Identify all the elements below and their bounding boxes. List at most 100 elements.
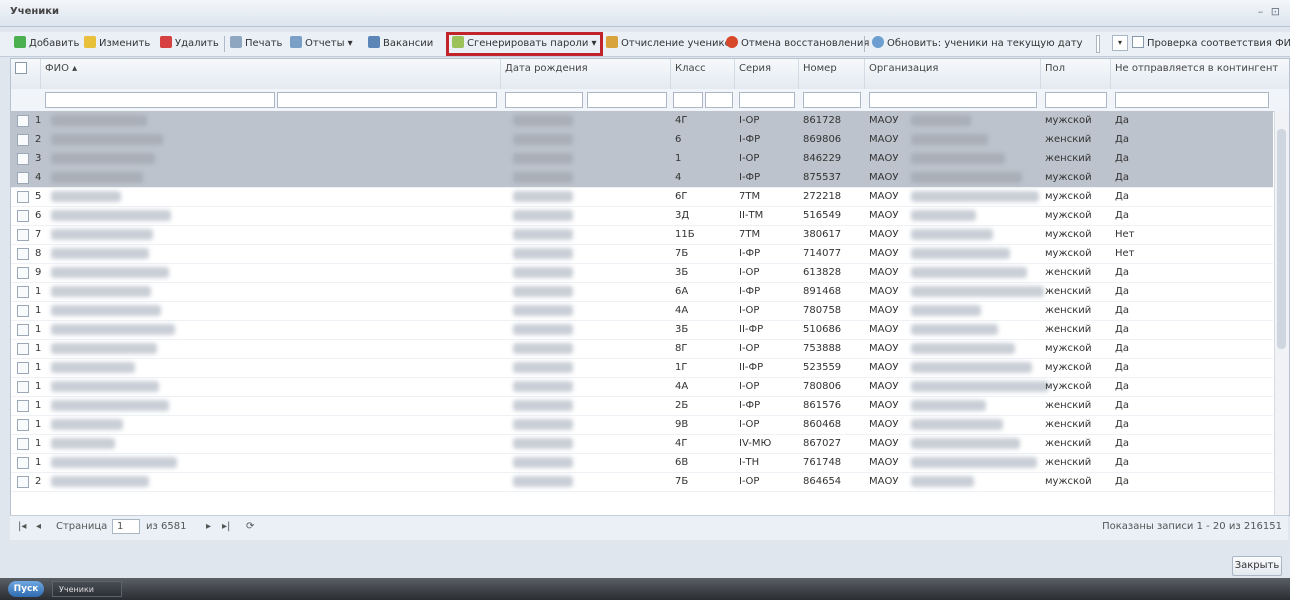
cell-gender: мужской (1045, 476, 1092, 487)
first-page-button[interactable]: |◂ (18, 521, 26, 532)
table-row[interactable]: 2 7Б I-ОР 864654 МАОУ мужской Да (11, 472, 1273, 492)
window-controls[interactable]: – ⊡ (1258, 5, 1282, 18)
birth-from-filter[interactable] (505, 92, 583, 108)
vacancies-label: Вакансии (383, 38, 434, 49)
close-button[interactable]: Закрыть (1232, 556, 1282, 576)
row-checkbox[interactable] (17, 153, 29, 165)
row-checkbox[interactable] (17, 381, 29, 393)
taskbar-item[interactable]: Ученики (52, 581, 122, 597)
column-birth[interactable]: Дата рождения (501, 59, 671, 89)
select-all-checkbox[interactable] (15, 62, 27, 74)
table-row[interactable]: 8 7Б I-ФР 714077 МАОУ мужской Нет (11, 244, 1273, 264)
column-series[interactable]: Серия (735, 59, 799, 89)
org-filter[interactable] (869, 92, 1037, 108)
scrollbar-thumb[interactable] (1277, 129, 1286, 349)
table-row[interactable]: 6 3Д II-ТМ 516549 МАОУ мужской Да (11, 206, 1273, 226)
row-checkbox[interactable] (17, 191, 29, 203)
expulsion-button[interactable]: Отчисление учеников (606, 35, 737, 53)
page-input[interactable]: 1 (112, 519, 140, 534)
generate-passwords-button[interactable]: Сгенерировать пароли ▾ (446, 32, 603, 56)
row-checkbox[interactable] (17, 362, 29, 374)
row-checkbox[interactable] (17, 115, 29, 127)
table-row[interactable]: 9 3Б I-ОР 613828 МАОУ женский Да (11, 263, 1273, 283)
row-checkbox[interactable] (17, 229, 29, 241)
table-row[interactable]: 1 3Б II-ФР 510686 МАОУ женский Да (11, 320, 1273, 340)
row-checkbox[interactable] (17, 248, 29, 260)
cell-number: 780806 (803, 381, 842, 392)
table-row[interactable]: 1 6А I-ФР 891468 МАОУ женский Да (11, 282, 1273, 302)
delete-button[interactable]: Удалить (160, 35, 219, 53)
row-checkbox[interactable] (17, 286, 29, 298)
select-all-header[interactable] (11, 59, 41, 89)
cell-class: 4А (675, 305, 689, 316)
date-dropdown[interactable]: ▾ (1112, 35, 1128, 51)
fio-redacted (51, 210, 171, 221)
reports-button[interactable]: Отчеты ▾ (290, 35, 353, 53)
next-page-button[interactable]: ▸ (206, 521, 211, 532)
row-checkbox[interactable] (17, 419, 29, 431)
table-row[interactable]: 3 1 I-ОР 846229 МАОУ женский Да (11, 149, 1273, 169)
row-checkbox[interactable] (17, 476, 29, 488)
table-row[interactable]: 1 9В I-ОР 860468 МАОУ женский Да (11, 415, 1273, 435)
table-row[interactable]: 1 6В I-ТН 761748 МАОУ женский Да (11, 453, 1273, 473)
edit-button[interactable]: Изменить (84, 35, 150, 53)
row-checkbox[interactable] (17, 400, 29, 412)
fio-redacted (51, 343, 157, 354)
cancel-restore-button[interactable]: Отмена восстановления (726, 35, 869, 53)
fio-filter-input-2[interactable] (277, 92, 497, 108)
print-button[interactable]: Печать (230, 35, 282, 53)
org-name-redacted (911, 362, 1032, 373)
check-fio-box[interactable] (1132, 36, 1144, 48)
column-gender[interactable]: Пол (1041, 59, 1111, 89)
table-row[interactable]: 2 6 I-ФР 869806 МАОУ женский Да (11, 130, 1273, 150)
series-filter[interactable] (739, 92, 795, 108)
column-fio[interactable]: ФИО ▴ (41, 59, 501, 89)
last-page-button[interactable]: ▸| (222, 521, 230, 532)
row-checkbox[interactable] (17, 210, 29, 222)
fio-filter-input[interactable] (45, 92, 275, 108)
table-row[interactable]: 4 4 I-ФР 875537 МАОУ мужской Да (11, 168, 1273, 188)
check-fio-checkbox[interactable]: Проверка соответствия ФИО (1132, 35, 1290, 53)
cell-gender: женский (1045, 457, 1092, 468)
add-button[interactable]: Добавить (14, 35, 79, 53)
row-checkbox[interactable] (17, 457, 29, 469)
row-checkbox[interactable] (17, 134, 29, 146)
class-filter[interactable] (673, 92, 703, 108)
row-checkbox[interactable] (17, 305, 29, 317)
prev-page-button[interactable]: ◂ (36, 521, 41, 532)
vacancies-button[interactable]: Вакансии (368, 35, 433, 53)
table-row[interactable]: 5 6Г 7ТМ 272218 МАОУ мужской Да (11, 187, 1273, 207)
column-contingent[interactable]: Не отправляется в контингент (1111, 59, 1289, 89)
cell-contingent: Да (1115, 343, 1129, 354)
column-org[interactable]: Организация (865, 59, 1041, 89)
table-row[interactable]: 1 8Г I-ОР 753888 МАОУ мужской Да (11, 339, 1273, 359)
row-checkbox[interactable] (17, 172, 29, 184)
refresh-button[interactable]: Обновить: ученики на текущую дату (872, 35, 1083, 53)
table-row[interactable]: 1 4Г IV-МЮ 867027 МАОУ женский Да (11, 434, 1273, 454)
table-row[interactable]: 1 4А I-ОР 780758 МАОУ женский Да (11, 301, 1273, 321)
table-row[interactable]: 1 4Г I-ОР 861728 МАОУ мужской Да (11, 111, 1273, 131)
row-checkbox[interactable] (17, 343, 29, 355)
row-checkbox[interactable] (17, 438, 29, 450)
contingent-filter[interactable] (1115, 92, 1269, 108)
table-row[interactable]: 1 4А I-ОР 780806 МАОУ мужской Да (11, 377, 1273, 397)
cell-number: 714077 (803, 248, 842, 259)
birth-to-filter[interactable] (587, 92, 667, 108)
table-row[interactable]: 1 1Г II-ФР 523559 МАОУ мужской Да (11, 358, 1273, 378)
cell-gender: женский (1045, 134, 1092, 145)
column-number[interactable]: Номер (799, 59, 865, 89)
table-row[interactable]: 1 2Б I-ФР 861576 МАОУ женский Да (11, 396, 1273, 416)
cell-org: МАОУ (869, 381, 899, 392)
row-checkbox[interactable] (17, 324, 29, 336)
refresh-grid-icon[interactable]: ⟳ (246, 521, 254, 532)
row-checkbox[interactable] (17, 267, 29, 279)
start-button[interactable]: Пуск (8, 581, 44, 597)
cell-series: II-ФР (739, 362, 764, 373)
column-class[interactable]: Класс (671, 59, 735, 89)
vertical-scrollbar[interactable] (1274, 111, 1289, 515)
class-filter-2[interactable] (705, 92, 733, 108)
number-filter[interactable] (803, 92, 861, 108)
table-row[interactable]: 7 11Б 7ТМ 380617 МАОУ мужской Нет (11, 225, 1273, 245)
gender-filter[interactable] (1045, 92, 1107, 108)
cell-contingent: Да (1115, 210, 1129, 221)
